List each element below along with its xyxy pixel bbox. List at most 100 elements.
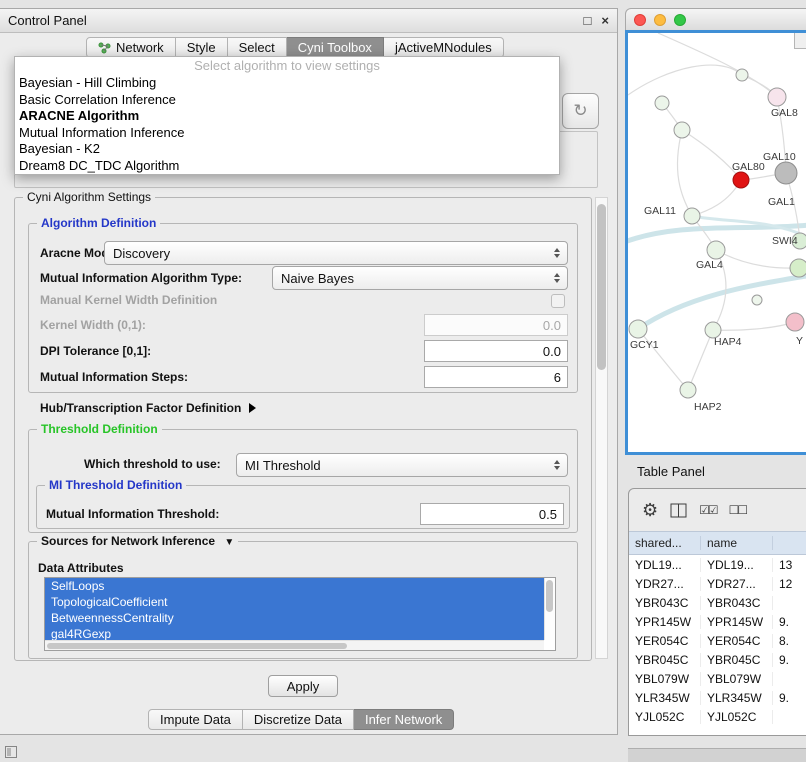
table-row[interactable]: YER054CYER054C8. — [629, 631, 806, 650]
table-row[interactable]: YPR145WYPR145W9. — [629, 612, 806, 631]
tab-label: Select — [239, 40, 275, 55]
network-node[interactable] — [707, 241, 725, 259]
node-label: GAL11 — [644, 205, 676, 217]
table-cell: 9. — [773, 691, 806, 705]
list-vertical-scrollbar[interactable] — [544, 578, 555, 640]
manual-kernel-checkbox[interactable] — [551, 294, 565, 308]
table-row[interactable]: YBR045CYBR045C9. — [629, 650, 806, 669]
network-node[interactable] — [674, 122, 690, 138]
zoom-traffic-light-icon[interactable] — [674, 14, 686, 26]
tab-style[interactable]: Style — [176, 37, 228, 58]
tab-select[interactable]: Select — [228, 37, 287, 58]
algorithm-option[interactable]: Mutual Information Inference — [15, 125, 559, 142]
tab-network[interactable]: Network — [86, 37, 176, 58]
float-window-icon[interactable]: □ — [584, 13, 592, 28]
tab-discretize-data[interactable]: Discretize Data — [243, 709, 354, 730]
tab-infer-network[interactable]: Infer Network — [354, 709, 454, 730]
tab-cyni-toolbox[interactable]: Cyni Toolbox — [287, 37, 384, 58]
algorithm-popup-list: Bayesian - Hill ClimbingBasic Correlatio… — [15, 75, 559, 174]
refresh-button[interactable]: ↻ — [562, 93, 599, 129]
mi-threshold-input[interactable] — [420, 503, 564, 525]
close-traffic-light-icon[interactable] — [634, 14, 646, 26]
select-all-icon[interactable]: ☑☑ — [699, 503, 717, 517]
table-row[interactable]: YDR27...YDR27...12 — [629, 574, 806, 593]
panel-corner-icon[interactable] — [5, 746, 17, 758]
network-tab-icon — [98, 42, 111, 54]
gear-icon[interactable]: ⚙ — [642, 500, 658, 521]
table-row[interactable]: YBR043CYBR043C — [629, 593, 806, 612]
algorithm-option[interactable]: Basic Correlation Inference — [15, 92, 559, 109]
dpi-tolerance-input[interactable] — [424, 340, 568, 362]
algorithm-option[interactable]: Bayesian - Hill Climbing — [15, 75, 559, 92]
apply-button[interactable]: Apply — [268, 675, 338, 697]
algorithm-option[interactable]: Bayesian - K2 — [15, 141, 559, 158]
network-node[interactable] — [736, 69, 748, 81]
table-cell: YDL19... — [629, 558, 701, 572]
column-header-name[interactable]: name — [701, 536, 773, 550]
network-node[interactable] — [680, 382, 696, 398]
table-cell: YLR345W — [701, 691, 773, 705]
table-cell: 12 — [773, 577, 806, 591]
minimize-traffic-light-icon[interactable] — [654, 14, 666, 26]
close-window-icon[interactable]: × — [601, 13, 609, 28]
table-row[interactable]: YLR345WYLR345W9. — [629, 688, 806, 707]
network-edge[interactable] — [688, 330, 713, 390]
table-row[interactable]: YBL079WYBL079W — [629, 669, 806, 688]
group-title: MI Threshold Definition — [45, 478, 186, 492]
sources-toggle[interactable]: Sources for Network Inference ▼ — [37, 534, 238, 548]
network-node[interactable] — [684, 208, 700, 224]
network-node[interactable] — [768, 88, 786, 106]
network-node[interactable] — [790, 259, 806, 277]
mi-type-label: Mutual Information Algorithm Type: — [40, 271, 242, 285]
table-cell: YBR045C — [629, 653, 701, 667]
tab-label: Discretize Data — [254, 712, 342, 727]
columns-icon[interactable] — [670, 503, 687, 518]
control-panel-tabs: Network Style Select Cyni Toolbox jActiv… — [86, 37, 504, 58]
mi-type-select[interactable]: Naive Bayes — [272, 266, 568, 290]
refresh-icon: ↻ — [573, 101, 587, 121]
table-cell: YJL052C — [701, 710, 773, 724]
table-header: shared... name — [629, 531, 806, 555]
attribute-item[interactable]: SelfLoops — [45, 578, 544, 594]
algorithm-option[interactable]: ARACNE Algorithm — [15, 108, 559, 125]
network-edge[interactable] — [677, 130, 692, 216]
network-node[interactable] — [786, 313, 804, 331]
control-panel-scrollbar[interactable] — [595, 197, 608, 659]
aracne-mode-select[interactable]: Discovery — [104, 241, 568, 265]
kernel-width-input[interactable] — [424, 314, 568, 336]
network-node[interactable] — [733, 172, 749, 188]
table-cell: YBL079W — [629, 672, 701, 686]
column-header-shared[interactable]: shared... — [629, 536, 701, 550]
which-threshold-select[interactable]: MI Threshold — [236, 453, 568, 477]
node-label: SWI4 — [772, 235, 798, 247]
select-none-icon[interactable]: ☐☐ — [729, 503, 747, 517]
tab-impute-data[interactable]: Impute Data — [148, 709, 243, 730]
collapsed-arrow-icon — [249, 403, 256, 413]
network-node[interactable] — [752, 295, 762, 305]
network-node[interactable] — [655, 96, 669, 110]
table-row[interactable]: YDL19...YDL19...13 — [629, 555, 806, 574]
algorithm-option[interactable]: Dream8 DC_TDC Algorithm — [15, 158, 559, 175]
mi-steps-input[interactable] — [424, 366, 568, 388]
table-panel-title: Table Panel — [637, 464, 705, 479]
network-canvas[interactable]: GAL8GAL80GAL10GAL11GAL1SWI4GAL4GCY1HAP4H… — [625, 30, 806, 455]
network-edge[interactable] — [638, 276, 806, 329]
attribute-item[interactable]: TopologicalCoefficient — [45, 594, 544, 610]
popup-placeholder: Select algorithm to view settings — [15, 58, 559, 75]
network-edge[interactable] — [713, 322, 795, 330]
network-node[interactable] — [775, 162, 797, 184]
network-view-window: GAL8GAL80GAL10GAL11GAL1SWI4GAL4GCY1HAP4H… — [625, 8, 806, 455]
hub-definition-toggle[interactable]: Hub/Transcription Factor Definition — [40, 401, 256, 415]
network-node[interactable] — [629, 320, 647, 338]
table-row[interactable]: YJL052CYJL052C — [629, 707, 806, 726]
tab-jactivemnodules[interactable]: jActiveMNodules — [384, 37, 504, 58]
network-edge[interactable] — [692, 180, 741, 216]
canvas-corner-box — [794, 33, 806, 49]
scrollbar-thumb[interactable] — [597, 204, 606, 370]
network-edge[interactable] — [716, 250, 799, 268]
attribute-item[interactable]: BetweennessCentrality — [45, 610, 544, 626]
kernel-width-label: Kernel Width (0,1): — [40, 318, 146, 332]
node-label: GAL8 — [771, 107, 798, 119]
list-horizontal-scrollbar[interactable] — [45, 640, 544, 650]
network-edge[interactable] — [628, 65, 742, 95]
